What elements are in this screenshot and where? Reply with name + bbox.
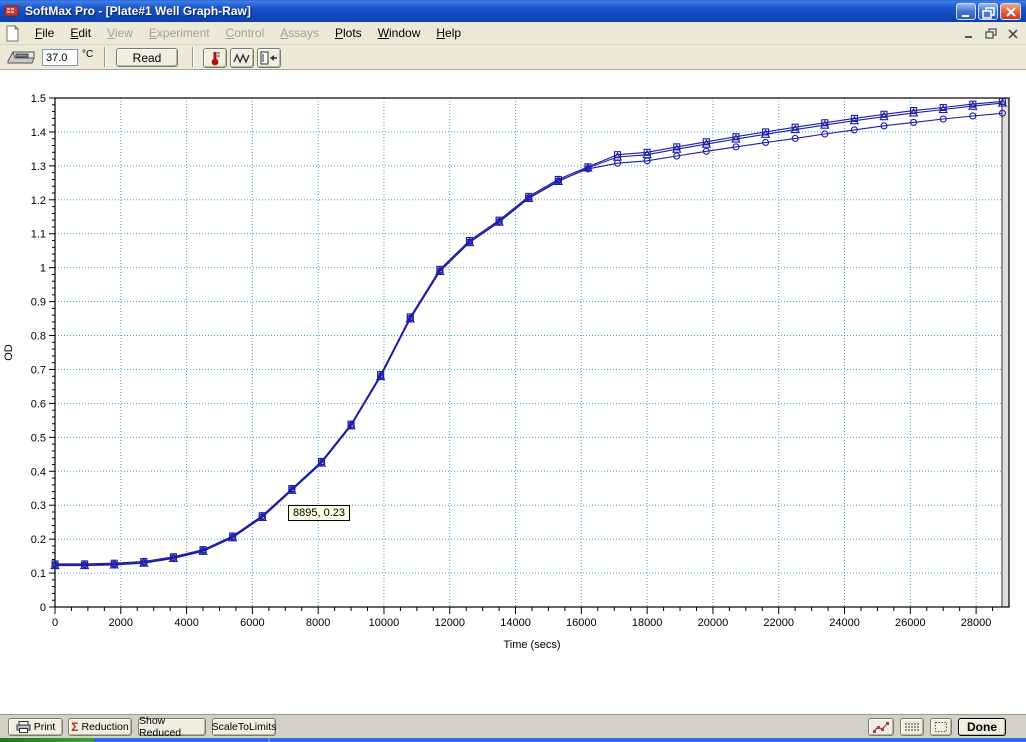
- start-button-edge: [0, 738, 94, 742]
- svg-text:0: 0: [52, 617, 58, 629]
- well-graph-chart[interactable]: 0 2000 4000 6000 8000 10000 12000 14000 16000 180…: [0, 70, 1026, 670]
- svg-text:1.3: 1.3: [31, 161, 46, 173]
- svg-text:0.9: 0.9: [31, 297, 46, 309]
- svg-text:0.8: 0.8: [31, 331, 46, 343]
- printer-icon: [16, 721, 31, 733]
- menu-edit[interactable]: Edit: [62, 23, 99, 43]
- graph-client-area: 0 2000 4000 6000 8000 10000 12000 14000 16000 180…: [0, 70, 1026, 714]
- svg-text:1.2: 1.2: [31, 195, 46, 207]
- svg-text:20000: 20000: [698, 617, 729, 629]
- child-restore-icon[interactable]: [984, 27, 998, 40]
- svg-text:24000: 24000: [829, 617, 860, 629]
- child-minimize-icon[interactable]: [962, 27, 976, 40]
- scale-to-limits-button[interactable]: ScaleToLimits: [212, 718, 276, 736]
- graph-options-button[interactable]: [868, 718, 894, 736]
- svg-text:0.3: 0.3: [31, 500, 46, 512]
- svg-text:0: 0: [40, 602, 46, 614]
- svg-text:10000: 10000: [369, 617, 400, 629]
- kinetic-reading-button[interactable]: [230, 48, 254, 68]
- close-button[interactable]: [1000, 3, 1021, 20]
- show-grid-button[interactable]: [930, 718, 952, 736]
- toolbar-separator: [192, 47, 194, 67]
- instrument-toolbar: °C Read: [0, 45, 1026, 70]
- svg-text:0.6: 0.6: [31, 398, 46, 410]
- done-button[interactable]: Done: [958, 718, 1006, 736]
- menu-control: Control: [218, 23, 273, 43]
- series-E2: [52, 98, 1005, 567]
- svg-text:0.5: 0.5: [31, 432, 46, 444]
- document-icon: [4, 25, 21, 42]
- svg-text:0.7: 0.7: [31, 364, 46, 376]
- menu-assays: Assays: [272, 23, 327, 43]
- show-reduced-label: Show Reduced: [139, 715, 205, 739]
- dots-grid-icon: [904, 721, 920, 733]
- y-axis-title: OD: [3, 344, 15, 361]
- print-button[interactable]: Print: [8, 718, 63, 736]
- window-title: SoftMax Pro - [Plate#1 Well Graph-Raw]: [25, 4, 251, 18]
- plate-drawer-icon: [260, 51, 278, 65]
- toolbar-separator: [104, 47, 106, 67]
- sigma-icon: Σ: [71, 720, 78, 734]
- menu-experiment: Experiment: [141, 23, 218, 43]
- svg-text:6000: 6000: [240, 617, 264, 629]
- series-E1: [52, 110, 1005, 568]
- child-close-icon[interactable]: [1006, 27, 1020, 40]
- y-axis-tick-labels: 0 0.1 0.2 0.3 0.4 0.5 0.6 0.7 0.8 0.9 1 1.1 1.2 1.3 1.…: [31, 93, 46, 614]
- plate-reader-icon: [6, 48, 38, 67]
- reduction-button[interactable]: Σ Reduction: [68, 718, 132, 736]
- series-E3: [51, 99, 1006, 569]
- plot-gridlines: [55, 98, 1009, 607]
- menu-view: View: [99, 23, 141, 43]
- show-points-button[interactable]: [900, 718, 924, 736]
- menu-file[interactable]: File: [27, 23, 62, 43]
- y-axis-ticks: [49, 98, 55, 607]
- thermometer-icon: [209, 50, 221, 66]
- svg-text:8000: 8000: [306, 617, 330, 629]
- scale-to-limits-label: ScaleToLimits: [212, 721, 277, 733]
- cursor-readout-tooltip: 8895, 0.23: [288, 505, 350, 521]
- svg-text:0.1: 0.1: [31, 568, 46, 580]
- reduction-label: Reduction: [81, 721, 128, 733]
- svg-text:1: 1: [40, 263, 46, 275]
- svg-text:0.4: 0.4: [31, 466, 46, 478]
- menu-help[interactable]: Help: [428, 23, 469, 43]
- svg-text:2000: 2000: [109, 617, 133, 629]
- svg-text:4000: 4000: [174, 617, 198, 629]
- show-reduced-button[interactable]: Show Reduced: [138, 718, 206, 736]
- print-label: Print: [34, 721, 56, 733]
- plot-area[interactable]: [55, 98, 1009, 607]
- drawer-open-close-button[interactable]: [257, 48, 281, 68]
- svg-text:26000: 26000: [895, 617, 926, 629]
- x-axis-tick-labels: 0 2000 4000 6000 8000 10000 12000 14000 16000 180…: [52, 617, 991, 629]
- taskbar-edge: [0, 738, 1026, 742]
- plot-right-margin: [1002, 98, 1009, 607]
- svg-text:1.4: 1.4: [31, 127, 46, 139]
- mini-chart-icon: [872, 721, 890, 733]
- graph-control-bar: Print Σ Reduction Show Reduced ScaleToLi…: [0, 714, 1026, 738]
- waveform-icon: [233, 52, 251, 64]
- svg-text:12000: 12000: [434, 617, 465, 629]
- menu-plots[interactable]: Plots: [327, 23, 370, 43]
- app-icon: [4, 3, 20, 19]
- menu-window[interactable]: Window: [370, 23, 429, 43]
- svg-text:1.5: 1.5: [31, 93, 46, 105]
- x-axis-ticks: [55, 607, 993, 614]
- dotted-rect-icon: [934, 721, 948, 733]
- temperature-control-button[interactable]: [203, 48, 227, 68]
- temperature-field[interactable]: [42, 49, 78, 66]
- x-axis-title: Time (secs): [503, 639, 560, 651]
- minimize-button[interactable]: [956, 3, 976, 20]
- svg-text:14000: 14000: [500, 617, 531, 629]
- menu-bar: File Edit View Experiment Control Assays…: [0, 22, 1026, 45]
- svg-text:0.2: 0.2: [31, 534, 46, 546]
- svg-text:1.1: 1.1: [31, 229, 46, 241]
- svg-text:22000: 22000: [763, 617, 794, 629]
- read-button[interactable]: Read: [116, 48, 178, 67]
- svg-text:18000: 18000: [632, 617, 663, 629]
- temperature-unit: °C: [82, 49, 93, 60]
- restore-button[interactable]: [978, 3, 998, 20]
- title-bar: SoftMax Pro - [Plate#1 Well Graph-Raw]: [0, 0, 1026, 22]
- svg-text:16000: 16000: [566, 617, 597, 629]
- svg-text:28000: 28000: [961, 617, 992, 629]
